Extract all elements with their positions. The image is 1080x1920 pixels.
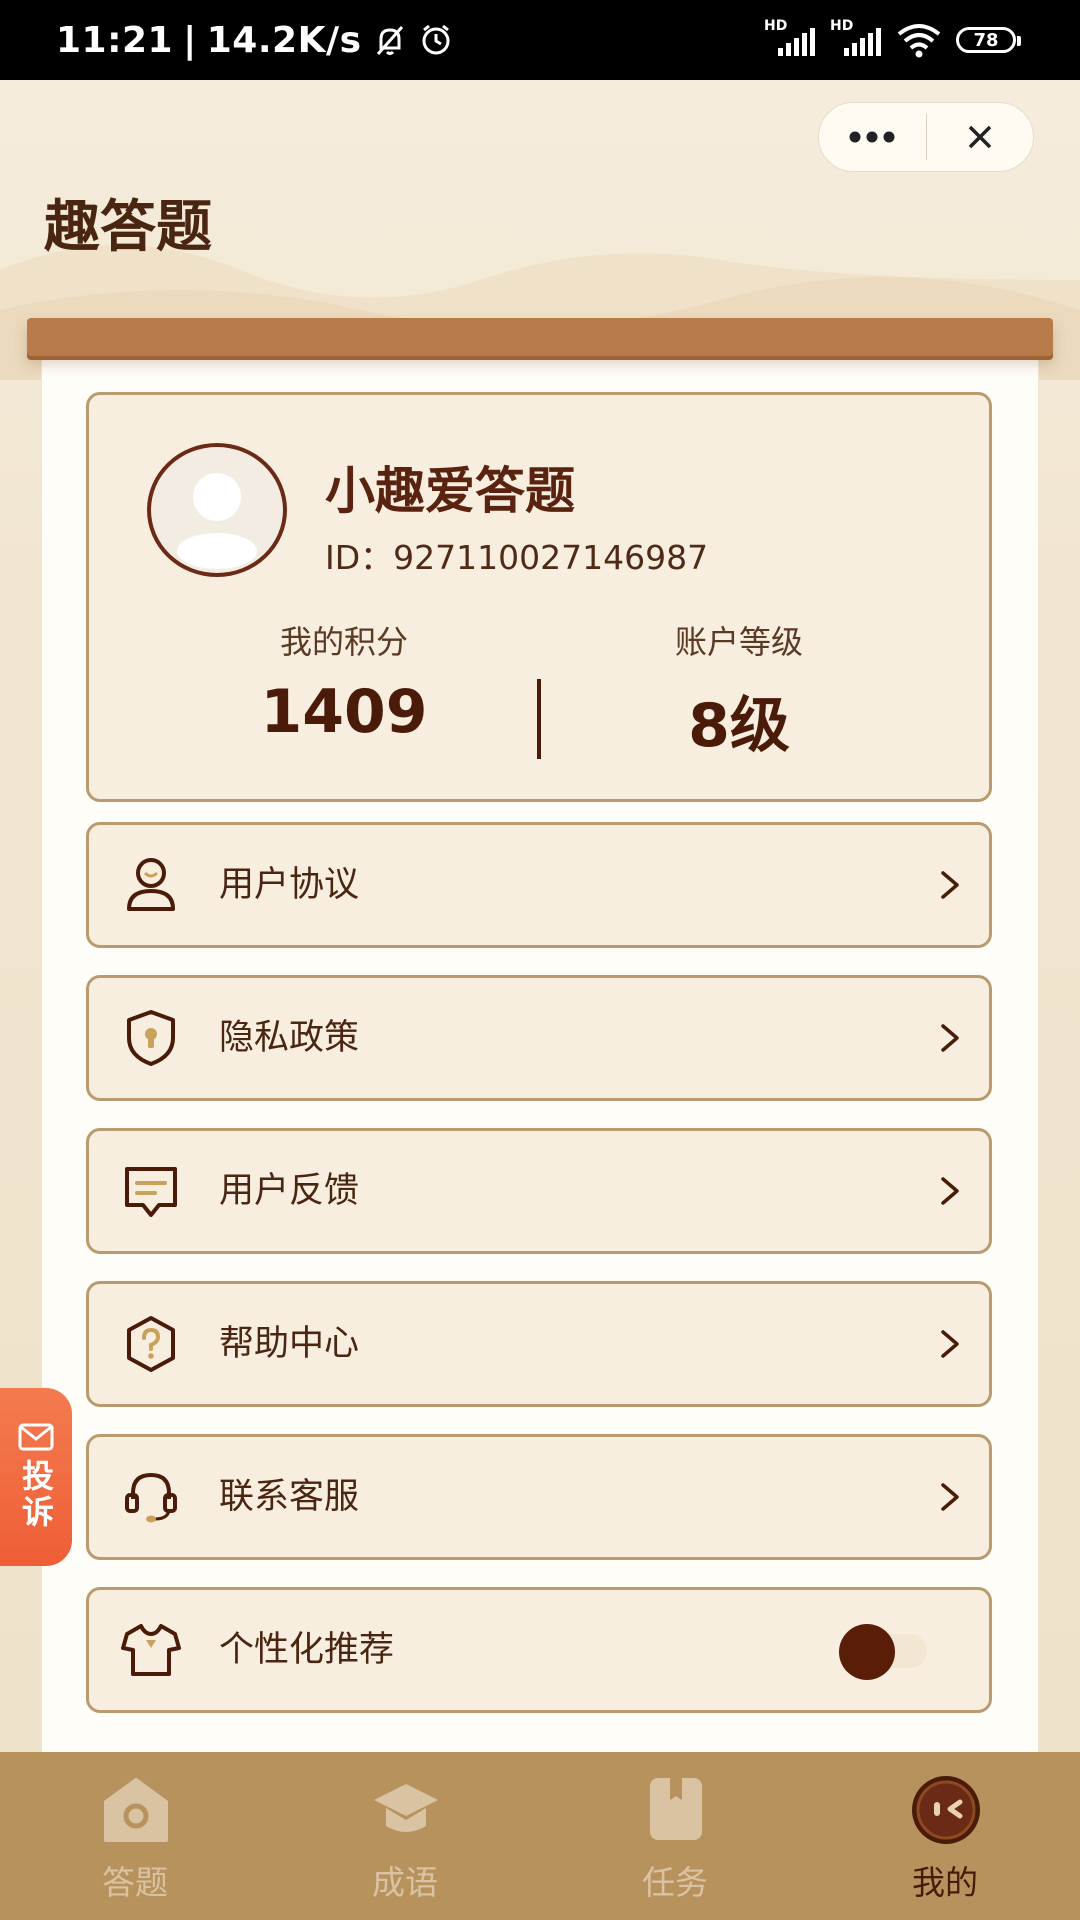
status-time: 11:21: [56, 19, 174, 61]
points-label: 我的积分: [279, 623, 408, 661]
signal-hd-icon-2: HD: [830, 18, 882, 62]
menu-item-contact-service[interactable]: 联系客服: [86, 1434, 992, 1560]
chevron-right-icon: [941, 1483, 959, 1511]
tshirt-icon: [119, 1618, 183, 1682]
menu-label: 用户反馈: [219, 1171, 360, 1211]
message-icon: [119, 1159, 183, 1223]
complaint-label: 投诉: [17, 1459, 55, 1531]
profile-card: 小趣爱答题 ID：927110027146987 我的积分 1409 账户等级 …: [86, 392, 992, 802]
default-avatar-icon: [177, 473, 257, 569]
status-bar: 11:21 | 14.2K/s HD HD 78: [0, 0, 1080, 80]
more-button[interactable]: [819, 102, 926, 172]
menu-item-user-feedback[interactable]: 用户反馈: [86, 1128, 992, 1254]
chevron-right-icon: [941, 1024, 959, 1052]
chevron-right-icon: [941, 871, 959, 899]
battery-level: 78: [973, 29, 999, 51]
tab-answer[interactable]: 答题: [0, 1752, 270, 1920]
user-icon: [119, 853, 183, 917]
menu-label: 隐私政策: [219, 1018, 360, 1058]
tab-task[interactable]: 任务: [540, 1752, 810, 1920]
toggle-knob: [839, 1624, 895, 1680]
tab-label: 任务: [642, 1863, 708, 1902]
avatar[interactable]: [147, 443, 287, 577]
menu-item-help-center[interactable]: 帮助中心: [86, 1281, 992, 1407]
status-left: 11:21 | 14.2K/s: [56, 0, 454, 80]
status-right: HD HD 78: [764, 0, 1021, 80]
menu-label: 用户协议: [219, 865, 360, 905]
close-button[interactable]: [927, 102, 1034, 172]
menu-label: 个性化推荐: [219, 1630, 395, 1670]
tab-mine[interactable]: 我的: [810, 1752, 1080, 1920]
chevron-right-icon: [941, 1330, 959, 1358]
menu-item-user-agreement[interactable]: 用户协议: [86, 822, 992, 948]
tab-idiom[interactable]: 成语: [270, 1752, 540, 1920]
stat-divider: [537, 679, 541, 759]
complaint-tab[interactable]: 投诉: [0, 1388, 72, 1566]
mail-icon: [18, 1423, 54, 1451]
user-nickname: 小趣爱答题: [325, 462, 575, 520]
alarm-icon: [422, 24, 450, 55]
book-icon: [650, 1778, 702, 1840]
mute-bell-icon: [376, 26, 403, 55]
more-dots-icon: [849, 131, 895, 143]
user-id: ID：927110027146987: [325, 538, 709, 577]
tab-label: 答题: [102, 1863, 168, 1902]
tab-label: 成语: [372, 1863, 438, 1902]
level-label: 账户等级: [674, 623, 803, 661]
menu-label: 帮助中心: [219, 1324, 360, 1364]
graduation-cap-icon: [374, 1784, 438, 1832]
chevron-right-icon: [941, 1177, 959, 1205]
scroll-rod: [27, 318, 1053, 356]
bottom-tab-bar: 答题 成语 任务 我的: [0, 1752, 1080, 1920]
points-value: 1409: [260, 677, 428, 747]
menu-item-privacy-policy[interactable]: 隐私政策: [86, 975, 992, 1101]
shield-lock-icon: [119, 1006, 183, 1070]
profile-face-icon: [912, 1776, 980, 1844]
signal-hd-icon: HD: [764, 18, 816, 62]
status-separator: |: [183, 19, 197, 61]
page-title: 趣答题: [44, 194, 212, 260]
personalized-toggle[interactable]: [839, 1624, 929, 1680]
menu-item-personalized-recommendation: 个性化推荐: [86, 1587, 992, 1713]
level-value: 8级: [688, 691, 790, 761]
close-icon: [968, 125, 991, 149]
status-net-speed: 14.2K/s: [206, 19, 362, 61]
headset-icon: [119, 1465, 183, 1529]
miniprogram-capsule: [818, 102, 1034, 172]
help-icon: [119, 1312, 183, 1376]
wifi-icon: [897, 24, 941, 58]
tab-label: 我的: [912, 1863, 978, 1902]
home-icon: [104, 1778, 168, 1842]
battery-icon: 78: [956, 27, 1021, 53]
menu-label: 联系客服: [219, 1477, 360, 1517]
